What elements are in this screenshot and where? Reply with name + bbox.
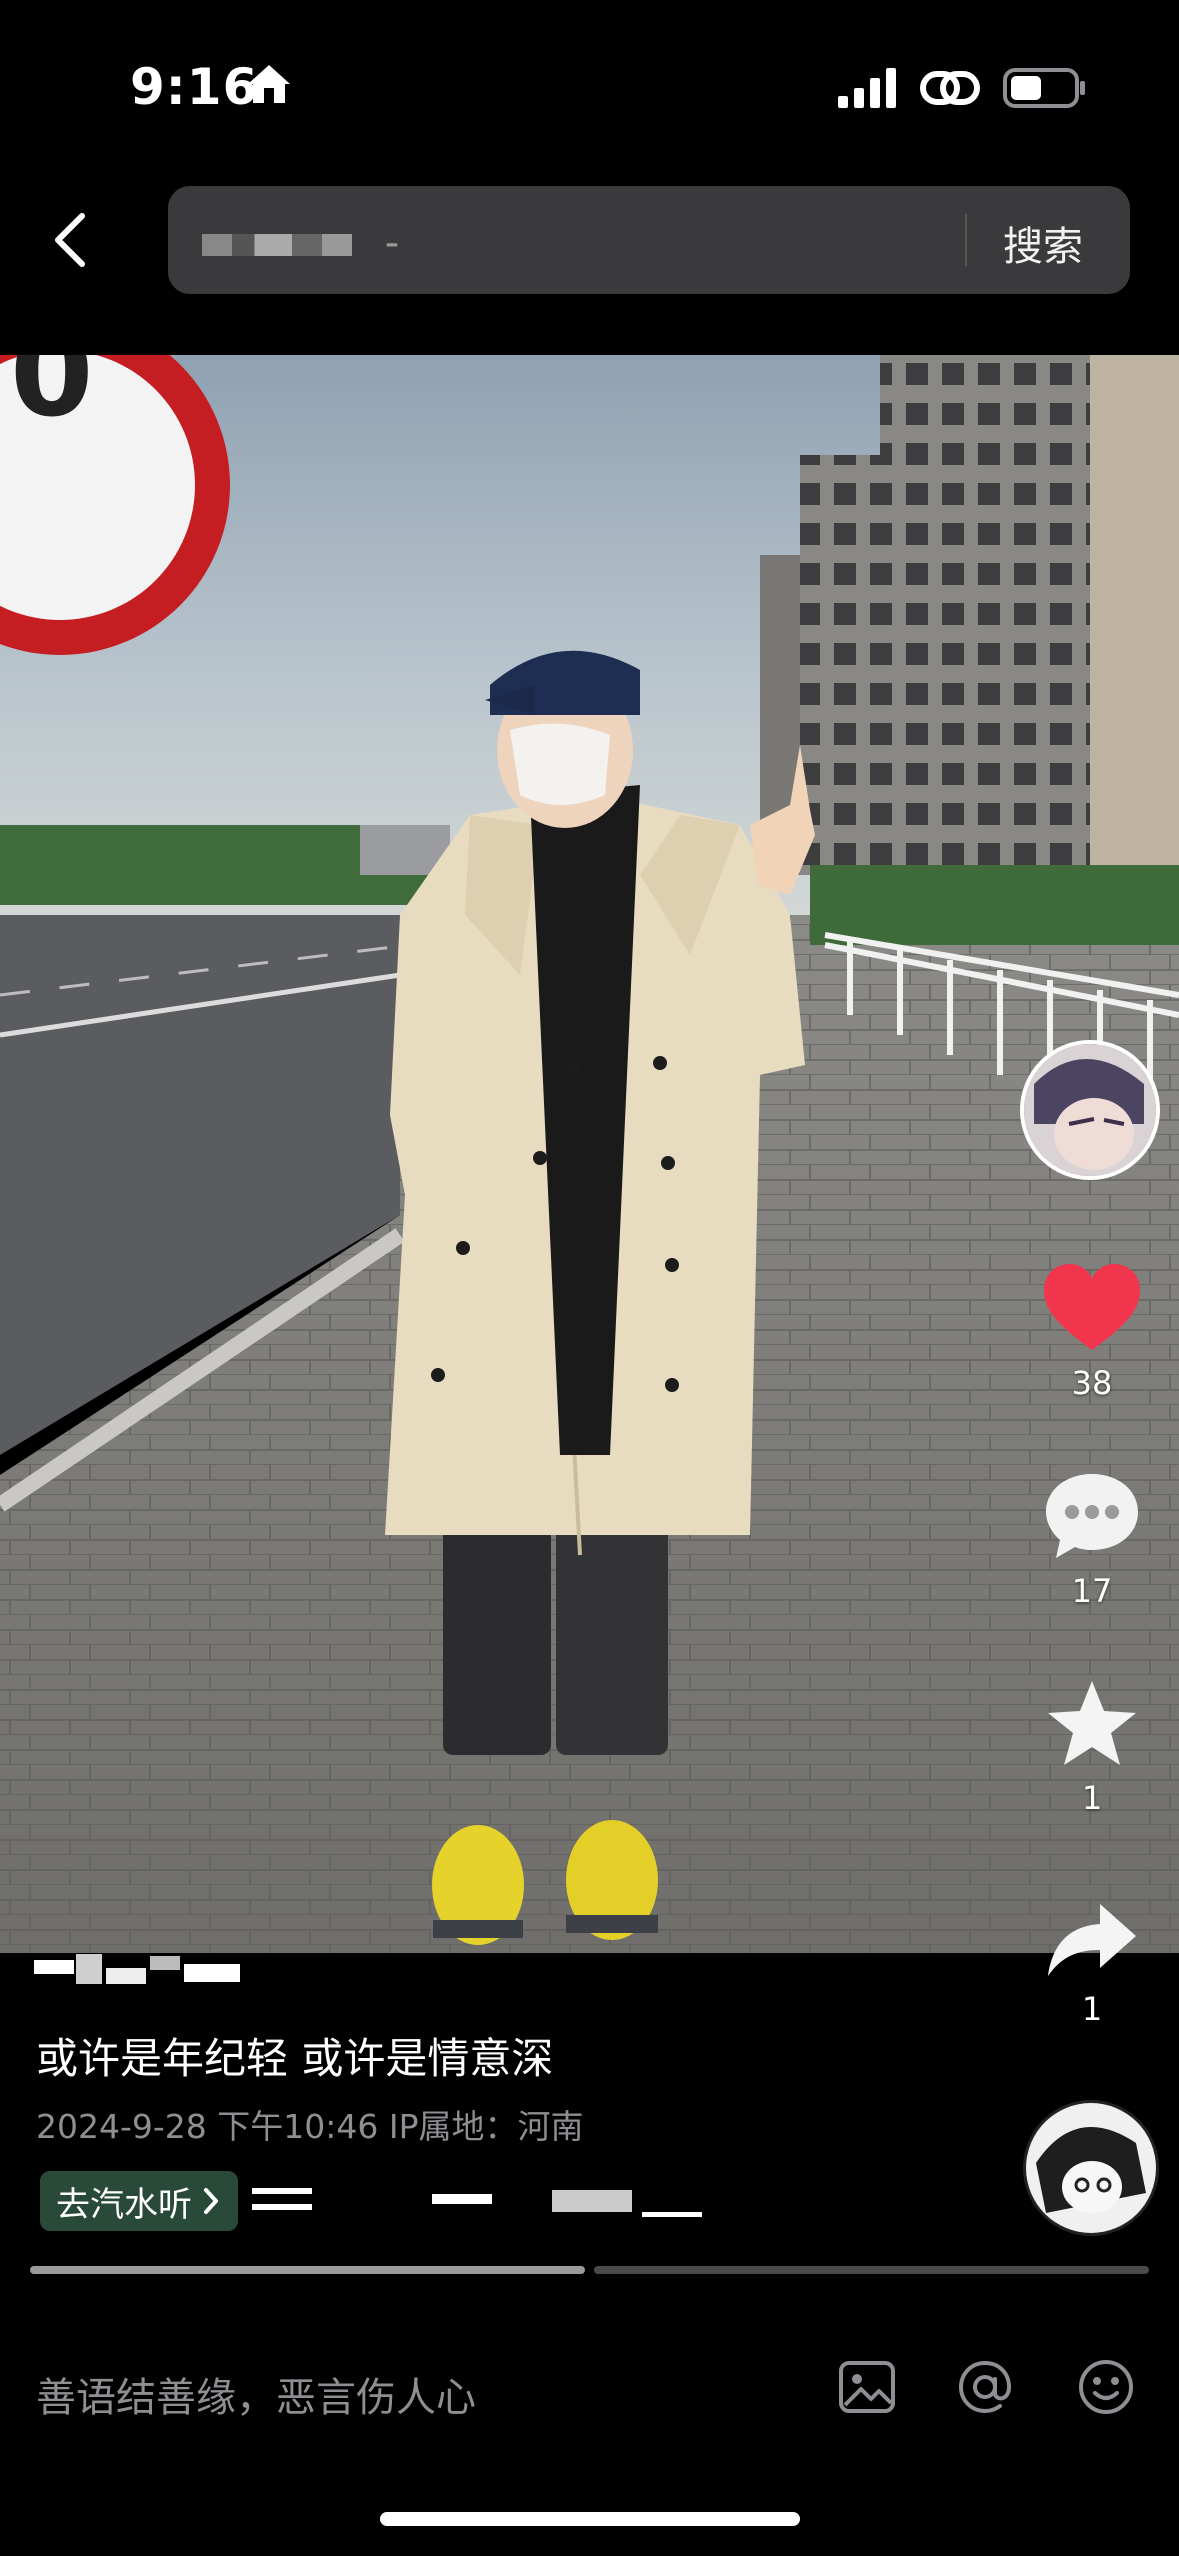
comment-input[interactable]: 善语结善缘，恶言伤人心 — [36, 2365, 476, 2423]
signal-icon — [838, 68, 896, 108]
music-title[interactable] — [252, 2182, 732, 2226]
favorite-action[interactable]: 1 — [1022, 1677, 1162, 1817]
link-icon — [920, 71, 980, 105]
post-meta: 2024-9-28 下午10:46 IP属地：河南 — [36, 2107, 584, 2146]
progress-segment-2 — [594, 2266, 1149, 2274]
home-icon — [248, 65, 290, 103]
music-chip-label: 去汽水听 — [56, 2184, 192, 2225]
svg-text:0: 0 — [10, 355, 94, 444]
heart-icon — [1044, 1264, 1140, 1350]
like-count: 38 — [1071, 1364, 1113, 1402]
post-photo[interactable]: 0 — [0, 355, 1179, 1953]
comment-count: 17 — [1071, 1572, 1113, 1610]
mention-icon[interactable] — [953, 2355, 1017, 2419]
chevron-right-icon — [204, 2188, 218, 2214]
post-caption: 或许是年纪轻 或许是情意深 — [36, 2034, 554, 2083]
home-indicator[interactable] — [380, 2512, 800, 2526]
search-query-text: - — [384, 220, 400, 266]
progress-segment-1 — [30, 2266, 585, 2274]
music-author-avatar[interactable] — [1023, 2100, 1159, 2236]
blurred-music-title — [252, 2188, 702, 2217]
username[interactable] — [34, 1950, 244, 1998]
battery-icon — [1003, 68, 1085, 108]
status-time: 9:16 — [130, 58, 259, 116]
share-count: 1 — [1081, 1990, 1103, 2028]
open-in-qishui-chip[interactable]: 去汽水听 — [40, 2171, 238, 2231]
share-action[interactable]: 1 — [1022, 1900, 1162, 2028]
blurred-username — [34, 1954, 240, 1984]
favorite-count: 1 — [1081, 1779, 1103, 1817]
chevron-left-icon — [55, 213, 85, 267]
search-query[interactable]: - — [202, 220, 399, 266]
comment-action[interactable]: 17 — [1022, 1470, 1162, 1610]
search-divider — [965, 214, 967, 266]
photo-image: 0 — [0, 355, 1179, 1953]
search-button[interactable]: 搜索 — [1003, 214, 1083, 272]
search-box[interactable]: - 搜索 — [168, 186, 1130, 294]
creator-avatar[interactable] — [1020, 1040, 1160, 1180]
star-icon — [1048, 1681, 1136, 1765]
emoji-icon[interactable] — [1074, 2355, 1138, 2419]
music-avatar-image — [1026, 2103, 1156, 2233]
avatar-image — [1024, 1044, 1156, 1176]
comment-bubble-icon — [1046, 1474, 1138, 1558]
back-button[interactable] — [40, 205, 100, 275]
status-bar: 9:16 — [0, 0, 1179, 175]
blurred-query-text — [202, 234, 352, 256]
like-action[interactable]: 38 — [1022, 1262, 1162, 1402]
image-icon[interactable] — [835, 2355, 899, 2419]
share-arrow-icon — [1048, 1904, 1136, 1976]
